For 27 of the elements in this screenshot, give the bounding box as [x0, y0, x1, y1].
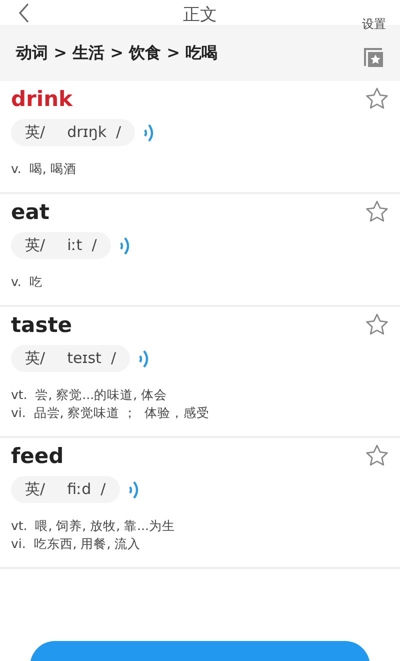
word-title[interactable]: taste — [11, 313, 72, 337]
phonetic-label: 英/ fiːd / — [11, 476, 120, 503]
speaker-icon[interactable] — [138, 348, 150, 368]
definition-text: v. 喝, 喝酒 — [11, 160, 78, 178]
star-icon[interactable] — [365, 87, 389, 111]
settings-link[interactable]: 设置 — [362, 16, 386, 33]
speaker-icon[interactable] — [143, 122, 156, 142]
star-icon[interactable] — [365, 200, 389, 224]
definition-text: vt. 尝, 察觉...的味道, 体会 — [11, 386, 168, 404]
word-title[interactable]: feed — [11, 444, 64, 468]
star-icon[interactable] — [365, 444, 389, 468]
phonetic-label: 英/ drɪŋk / — [11, 119, 136, 146]
phonetic-label: 英/ iːt / — [11, 232, 111, 259]
speaker-icon[interactable] — [128, 480, 140, 500]
word-title[interactable]: eat — [11, 200, 50, 224]
definition-text: v. 吃 — [11, 273, 44, 291]
definition-text: vi. 品尝, 察觉味道 ； 体验，感受 — [11, 404, 211, 422]
back-icon[interactable] — [17, 3, 31, 23]
page-title: 正文 — [182, 4, 218, 26]
speaker-icon[interactable] — [118, 236, 131, 256]
word-title[interactable]: drink — [11, 87, 73, 111]
phonetic-label: 英/ teɪst / — [11, 345, 130, 372]
definition-text: vi. 吃东西, 用餐, 流入 — [11, 535, 142, 553]
definition-text: vt. 喂, 饲养, 放牧, 靠...为生 — [11, 517, 176, 535]
star-icon[interactable] — [365, 313, 389, 337]
starred-folder-icon[interactable] — [362, 46, 384, 68]
breadcrumb: 动词 > 生活 > 饮食 > 吃喝 — [16, 42, 218, 64]
